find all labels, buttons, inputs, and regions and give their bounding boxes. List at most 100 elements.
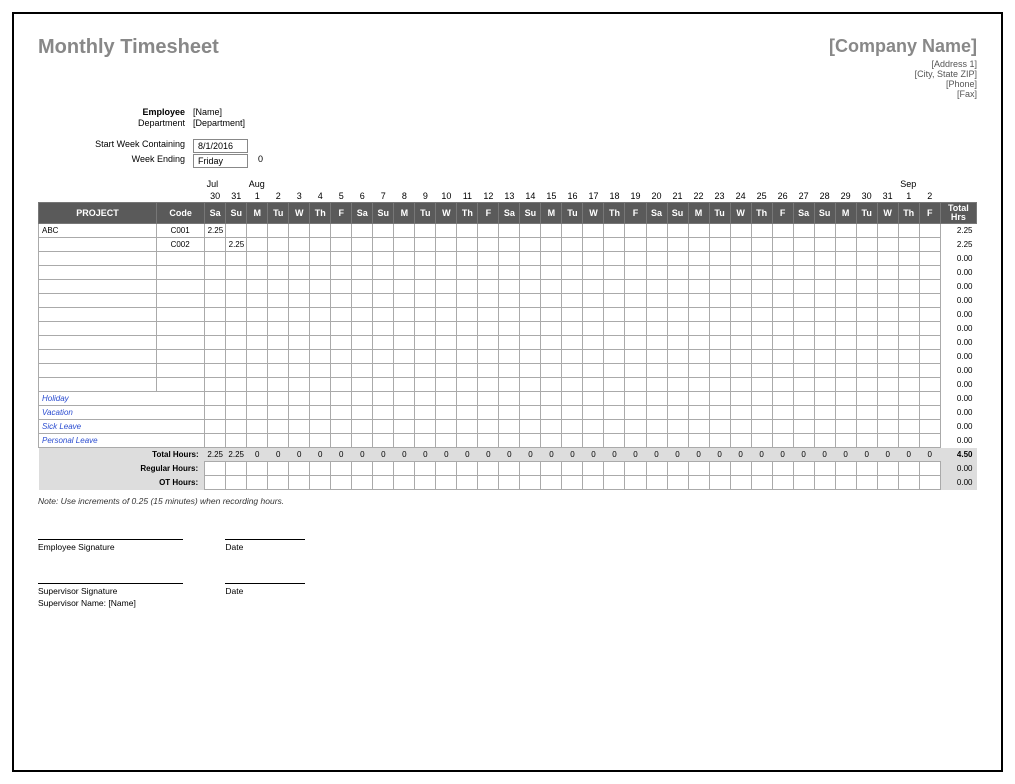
hours-cell[interactable] xyxy=(793,350,814,364)
regular-hours-cell[interactable] xyxy=(919,462,940,476)
hours-cell[interactable] xyxy=(352,308,373,322)
hours-cell[interactable] xyxy=(352,294,373,308)
hours-cell[interactable] xyxy=(247,322,268,336)
hours-cell[interactable] xyxy=(898,294,919,308)
hours-cell[interactable] xyxy=(583,406,604,420)
hours-cell[interactable] xyxy=(436,308,457,322)
hours-cell[interactable] xyxy=(898,280,919,294)
hours-cell[interactable] xyxy=(478,238,499,252)
hours-cell[interactable] xyxy=(688,308,709,322)
hours-cell[interactable] xyxy=(919,364,940,378)
hours-cell[interactable] xyxy=(331,252,352,266)
code-cell[interactable] xyxy=(157,252,205,266)
hours-cell[interactable] xyxy=(751,266,772,280)
hours-cell[interactable] xyxy=(541,434,562,448)
hours-cell[interactable] xyxy=(688,294,709,308)
hours-cell[interactable] xyxy=(499,350,520,364)
hours-cell[interactable] xyxy=(772,266,793,280)
code-cell[interactable] xyxy=(157,350,205,364)
hours-cell[interactable] xyxy=(709,252,730,266)
hours-cell[interactable] xyxy=(541,420,562,434)
hours-cell[interactable] xyxy=(226,336,247,350)
hours-cell[interactable] xyxy=(268,378,289,392)
hours-cell[interactable] xyxy=(310,336,331,350)
hours-cell[interactable] xyxy=(730,266,751,280)
hours-cell[interactable] xyxy=(247,364,268,378)
ot-hours-cell[interactable] xyxy=(625,476,646,490)
hours-cell[interactable] xyxy=(835,336,856,350)
hours-cell[interactable] xyxy=(730,378,751,392)
hours-cell[interactable] xyxy=(352,322,373,336)
hours-cell[interactable] xyxy=(646,378,667,392)
hours-cell[interactable] xyxy=(877,392,898,406)
hours-cell[interactable] xyxy=(562,378,583,392)
hours-cell[interactable] xyxy=(709,336,730,350)
hours-cell[interactable] xyxy=(856,266,877,280)
hours-cell[interactable] xyxy=(331,364,352,378)
hours-cell[interactable] xyxy=(625,378,646,392)
hours-cell[interactable] xyxy=(394,406,415,420)
hours-cell[interactable] xyxy=(604,364,625,378)
ot-hours-cell[interactable] xyxy=(667,476,688,490)
hours-cell[interactable] xyxy=(793,364,814,378)
hours-cell[interactable] xyxy=(394,350,415,364)
week-ending-value[interactable]: Friday xyxy=(193,154,248,168)
hours-cell[interactable] xyxy=(310,378,331,392)
hours-cell[interactable] xyxy=(730,434,751,448)
hours-cell[interactable] xyxy=(520,406,541,420)
hours-cell[interactable] xyxy=(436,280,457,294)
hours-cell[interactable] xyxy=(562,238,583,252)
hours-cell[interactable] xyxy=(604,336,625,350)
hours-cell[interactable] xyxy=(268,280,289,294)
hours-cell[interactable] xyxy=(247,294,268,308)
hours-cell[interactable] xyxy=(247,266,268,280)
hours-cell[interactable] xyxy=(814,420,835,434)
hours-cell[interactable] xyxy=(289,294,310,308)
hours-cell[interactable] xyxy=(709,280,730,294)
hours-cell[interactable] xyxy=(436,364,457,378)
hours-cell[interactable] xyxy=(751,322,772,336)
hours-cell[interactable] xyxy=(814,294,835,308)
hours-cell[interactable] xyxy=(646,434,667,448)
code-cell[interactable] xyxy=(157,294,205,308)
ot-hours-cell[interactable] xyxy=(793,476,814,490)
hours-cell[interactable] xyxy=(751,238,772,252)
hours-cell[interactable] xyxy=(394,294,415,308)
hours-cell[interactable] xyxy=(793,224,814,238)
hours-cell[interactable] xyxy=(604,378,625,392)
code-cell[interactable] xyxy=(157,266,205,280)
hours-cell[interactable] xyxy=(457,252,478,266)
hours-cell[interactable] xyxy=(268,238,289,252)
hours-cell[interactable] xyxy=(373,294,394,308)
hours-cell[interactable] xyxy=(730,406,751,420)
hours-cell[interactable] xyxy=(730,308,751,322)
regular-hours-cell[interactable] xyxy=(436,462,457,476)
hours-cell[interactable] xyxy=(667,224,688,238)
hours-cell[interactable] xyxy=(499,266,520,280)
project-cell[interactable] xyxy=(39,280,157,294)
hours-cell[interactable] xyxy=(793,280,814,294)
hours-cell[interactable] xyxy=(562,252,583,266)
hours-cell[interactable] xyxy=(835,378,856,392)
hours-cell[interactable] xyxy=(583,280,604,294)
hours-cell[interactable] xyxy=(898,322,919,336)
hours-cell[interactable] xyxy=(898,378,919,392)
hours-cell[interactable] xyxy=(541,280,562,294)
hours-cell[interactable] xyxy=(499,392,520,406)
hours-cell[interactable] xyxy=(289,378,310,392)
hours-cell[interactable] xyxy=(562,322,583,336)
ot-hours-cell[interactable] xyxy=(583,476,604,490)
hours-cell[interactable] xyxy=(835,280,856,294)
hours-cell[interactable] xyxy=(415,406,436,420)
hours-cell[interactable] xyxy=(688,378,709,392)
hours-cell[interactable] xyxy=(793,392,814,406)
hours-cell[interactable] xyxy=(226,364,247,378)
hours-cell[interactable] xyxy=(478,322,499,336)
hours-cell[interactable] xyxy=(436,350,457,364)
hours-cell[interactable] xyxy=(310,224,331,238)
hours-cell[interactable] xyxy=(877,308,898,322)
hours-cell[interactable] xyxy=(814,434,835,448)
hours-cell[interactable] xyxy=(394,322,415,336)
hours-cell[interactable] xyxy=(205,238,226,252)
hours-cell[interactable] xyxy=(604,406,625,420)
